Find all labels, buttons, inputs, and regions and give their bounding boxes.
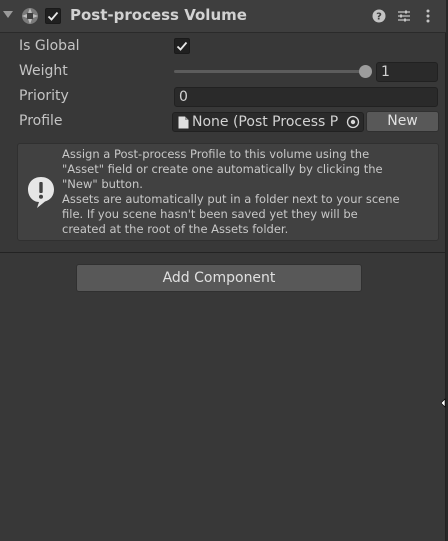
document-icon — [178, 116, 189, 129]
weight-slider-track[interactable] — [174, 70, 366, 73]
is-global-checkbox[interactable] — [174, 38, 190, 54]
help-text: Assign a Post-process Profile to this vo… — [62, 147, 438, 237]
help-line: Assign a Post-process Profile to this vo… — [62, 147, 370, 161]
profile-value: None (Post Process P — [192, 114, 339, 130]
object-picker-icon — [346, 115, 359, 129]
component-header[interactable]: Post-process Volume ? — [0, 0, 446, 33]
help-line: created at the root of the Assets folder… — [62, 222, 289, 236]
object-picker-button[interactable] — [341, 113, 363, 131]
weight-value-field[interactable]: 1 — [376, 62, 438, 82]
help-line: "Asset" field or create one automaticall… — [62, 162, 383, 176]
component-enabled-checkbox[interactable] — [45, 8, 61, 24]
component-title: Post-process Volume — [70, 6, 247, 24]
priority-label: Priority — [19, 88, 69, 104]
svg-text:?: ? — [376, 12, 382, 23]
help-icon[interactable]: ? — [371, 8, 387, 24]
priority-field[interactable]: 0 — [174, 87, 438, 107]
post-process-volume-icon — [22, 8, 38, 24]
presets-icon[interactable] — [396, 8, 412, 24]
weight-label: Weight — [19, 63, 68, 79]
foldout-arrow-icon[interactable] — [3, 11, 13, 18]
new-profile-button[interactable]: New — [366, 111, 439, 132]
checkmark-icon — [47, 11, 59, 21]
component-divider — [0, 252, 446, 253]
kebab-menu-icon[interactable] — [420, 8, 436, 24]
is-global-label: Is Global — [19, 38, 80, 54]
resize-cursor-icon — [441, 398, 446, 408]
help-line: "New" button. — [62, 177, 143, 191]
weight-slider-thumb[interactable] — [359, 65, 372, 78]
inspector-panel: Post-process Volume ? Is Global Weight 1… — [0, 0, 446, 541]
checkmark-icon — [176, 41, 188, 51]
help-line: file. If you scene hasn't been saved yet… — [62, 207, 358, 221]
profile-label: Profile — [19, 113, 63, 129]
profile-object-field[interactable]: None (Post Process P — [172, 112, 364, 132]
help-line: Assets are automatically put in a folder… — [62, 192, 400, 206]
add-component-button[interactable]: Add Component — [76, 264, 362, 292]
help-box: Assign a Post-process Profile to this vo… — [17, 143, 439, 241]
info-bubble-icon — [28, 177, 54, 208]
